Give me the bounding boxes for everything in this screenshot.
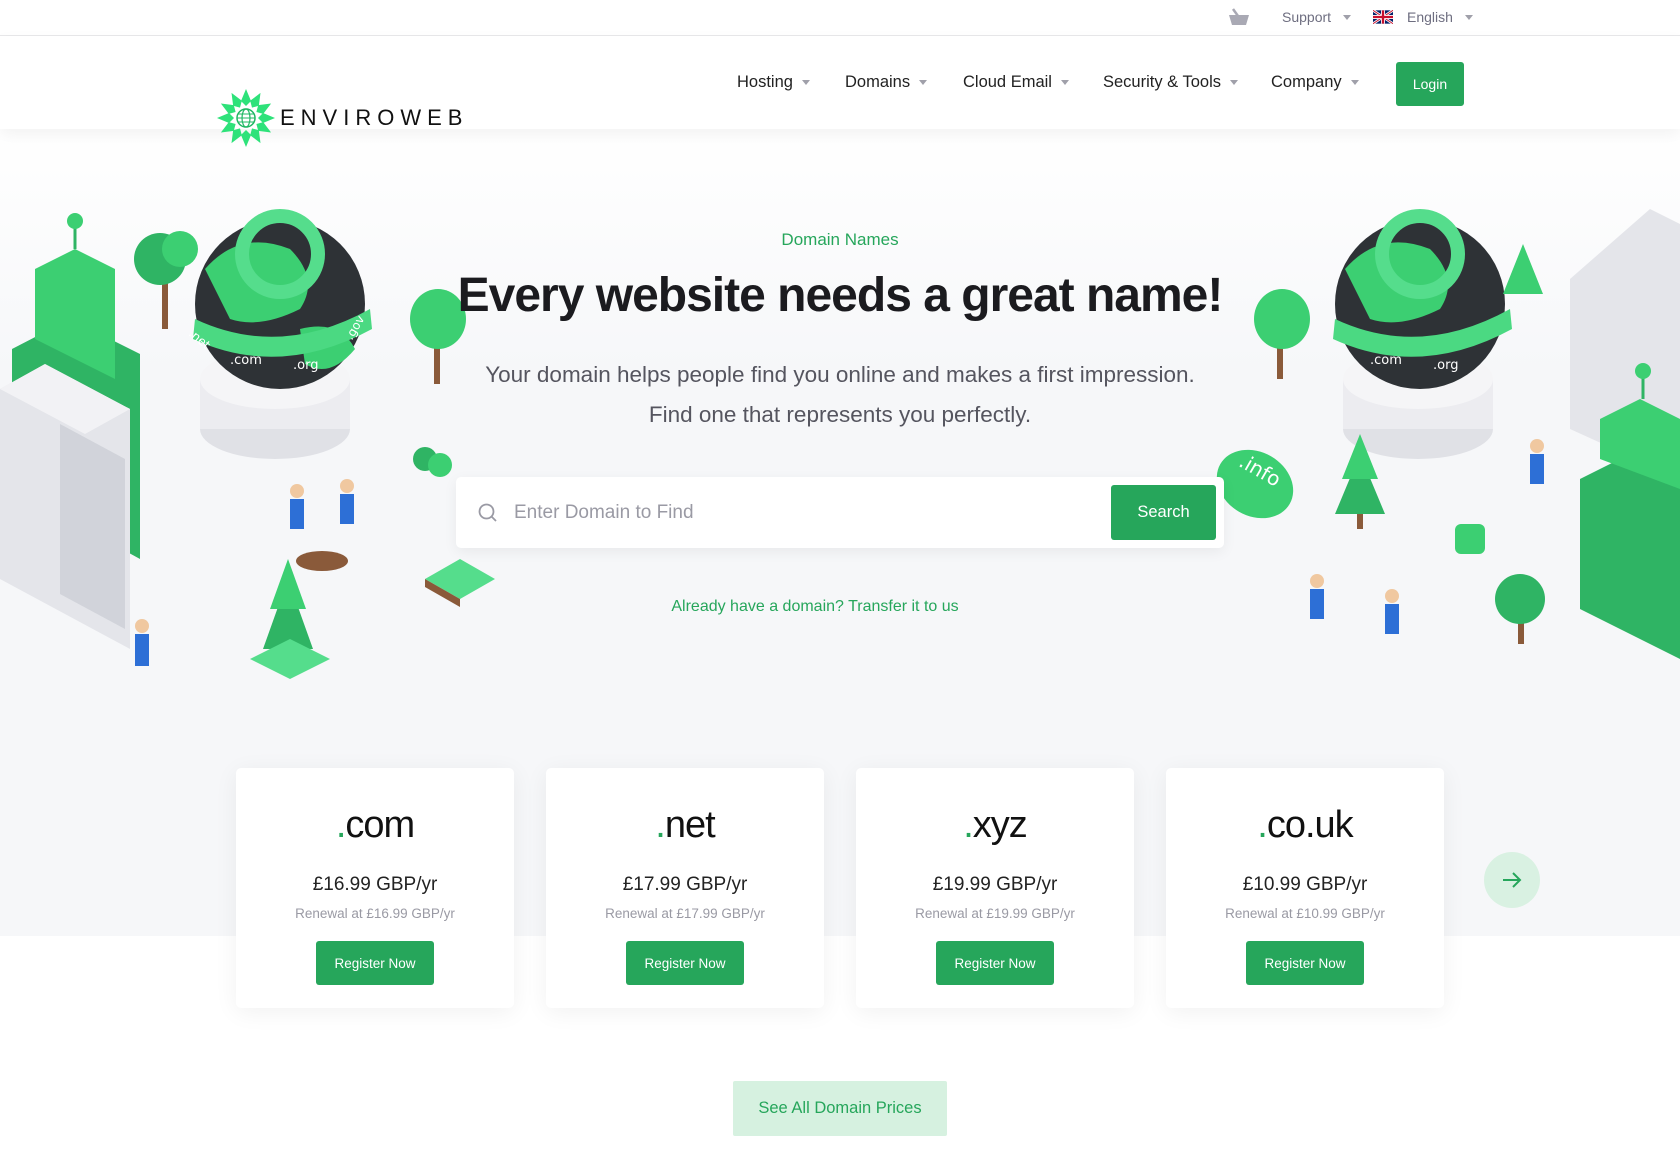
- cart-icon[interactable]: [1228, 8, 1250, 26]
- nav-domains[interactable]: Domains: [845, 73, 928, 92]
- support-menu[interactable]: Support: [1282, 9, 1352, 25]
- tld-renewal: Renewal at £19.99 GBP/yr: [915, 906, 1075, 921]
- subtitle-line-1: Your domain helps people find you online…: [485, 362, 1195, 387]
- top-bar: Support English: [0, 0, 1680, 36]
- nav-label: Company: [1271, 73, 1342, 91]
- tld-price: £17.99 GBP/yr: [622, 874, 748, 895]
- isometric-city-illustration: .com .org .net .gov .com .org .info: [0, 209, 1680, 679]
- nav-label: Domains: [845, 73, 911, 91]
- tld-name: .xyz: [963, 804, 1028, 846]
- pine-tree-icon: [250, 559, 330, 679]
- domain-search-input[interactable]: [514, 495, 1074, 531]
- caret-down-icon: [1230, 80, 1238, 85]
- domain-card-co-uk: .co.uk £10.99 GBP/yr Renewal at £10.99 G…: [1166, 768, 1444, 1008]
- next-slide-button[interactable]: [1484, 852, 1540, 908]
- nav-company[interactable]: Company: [1271, 73, 1359, 92]
- tld-name: .com: [335, 804, 415, 846]
- tld-price: £10.99 GBP/yr: [1242, 874, 1368, 895]
- tld-renewal: Renewal at £10.99 GBP/yr: [1225, 906, 1385, 921]
- caret-down-icon: [1343, 14, 1352, 20]
- page-title: Every website needs a great name!: [457, 269, 1224, 322]
- domain-card-com: .com £16.99 GBP/yr Renewal at £16.99 GBP…: [236, 768, 514, 1008]
- caret-down-icon: [1464, 14, 1473, 20]
- tld-name: .net: [655, 804, 715, 846]
- domain-card-xyz: .xyz £19.99 GBP/yr Renewal at £19.99 GBP…: [856, 768, 1134, 1008]
- watering-can-icon: [1455, 524, 1485, 554]
- logo[interactable]: ENVIROWEB: [216, 88, 468, 148]
- caret-down-icon: [801, 80, 810, 85]
- tld-price: £16.99 GBP/yr: [312, 874, 438, 895]
- caret-down-icon: [1350, 80, 1359, 85]
- nav-hosting[interactable]: Hosting: [737, 73, 810, 92]
- caret-down-icon: [919, 80, 928, 85]
- register-now-button[interactable]: Register Now: [316, 941, 434, 985]
- transfer-domain-link[interactable]: Already have a domain? Transfer it to us: [0, 598, 1655, 616]
- gardener-icon: [135, 479, 354, 666]
- nav-label: Hosting: [737, 73, 793, 91]
- register-now-button[interactable]: Register Now: [1246, 941, 1364, 985]
- brand-name: ENVIROWEB: [280, 105, 469, 130]
- tld-renewal: Renewal at £17.99 GBP/yr: [605, 906, 765, 921]
- support-label: Support: [1282, 9, 1332, 25]
- subtitle-line-2: Find one that represents you perfectly.: [648, 402, 1032, 427]
- register-now-button[interactable]: Register Now: [936, 941, 1054, 985]
- see-all-domain-prices-button[interactable]: See All Domain Prices: [733, 1081, 947, 1136]
- bush-icon: [413, 447, 452, 477]
- tld-name: .co.uk: [1257, 804, 1353, 846]
- main-nav: ENVIROWEB Hosting Domains Cloud Email Se…: [0, 36, 1680, 147]
- language-label: English: [1407, 9, 1453, 25]
- register-now-button[interactable]: Register Now: [626, 941, 744, 985]
- caret-down-icon: [1060, 80, 1069, 85]
- tld-renewal: Renewal at £16.99 GBP/yr: [295, 906, 455, 921]
- nav-label: Cloud Email: [963, 73, 1052, 91]
- nav-label: Security & Tools: [1103, 73, 1221, 91]
- nav-cloud-email[interactable]: Cloud Email: [963, 73, 1069, 92]
- domain-card-net: .net £17.99 GBP/yr Renewal at £17.99 GBP…: [546, 768, 824, 1008]
- search-icon: [478, 503, 497, 522]
- login-button[interactable]: Login: [1396, 62, 1464, 106]
- logo-icon: [217, 89, 275, 147]
- domain-search-box: Search: [456, 477, 1224, 548]
- language-selector[interactable]: English: [1373, 9, 1473, 25]
- arrow-right-icon: [1503, 872, 1522, 888]
- section-eyebrow: Domain Names: [781, 230, 899, 249]
- uk-flag-icon: [1373, 10, 1393, 24]
- nav-security-tools[interactable]: Security & Tools: [1103, 73, 1238, 92]
- search-button[interactable]: Search: [1111, 485, 1216, 540]
- tld-price: £19.99 GBP/yr: [932, 874, 1058, 895]
